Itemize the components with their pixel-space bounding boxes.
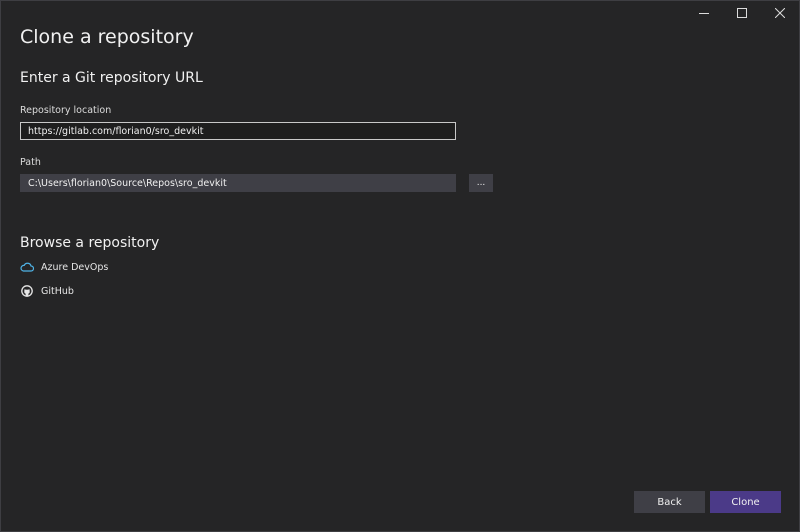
- provider-azure-devops[interactable]: Azure DevOps: [20, 259, 108, 275]
- page-title: Clone a repository: [20, 26, 194, 48]
- provider-github[interactable]: GitHub: [20, 283, 74, 299]
- repository-location-label: Repository location: [20, 105, 112, 116]
- close-icon: [775, 8, 785, 18]
- github-icon: [20, 284, 34, 298]
- browse-section-title: Browse a repository: [20, 235, 160, 251]
- maximize-button[interactable]: [723, 1, 761, 25]
- cloud-icon: [20, 260, 34, 274]
- clone-button[interactable]: Clone: [710, 491, 781, 513]
- maximize-icon: [737, 8, 747, 18]
- back-button[interactable]: Back: [634, 491, 705, 513]
- browse-path-button[interactable]: ...: [469, 174, 493, 192]
- minimize-icon: [699, 13, 709, 14]
- window-controls: [685, 1, 799, 25]
- path-input[interactable]: [20, 174, 456, 192]
- clone-repository-window: Clone a repository Enter a Git repositor…: [0, 0, 800, 532]
- close-button[interactable]: [761, 1, 799, 25]
- url-section-title: Enter a Git repository URL: [20, 70, 203, 86]
- minimize-button[interactable]: [685, 1, 723, 25]
- provider-label: Azure DevOps: [41, 261, 109, 273]
- provider-label: GitHub: [41, 285, 74, 297]
- path-label: Path: [20, 157, 41, 168]
- repository-location-input[interactable]: [20, 122, 456, 140]
